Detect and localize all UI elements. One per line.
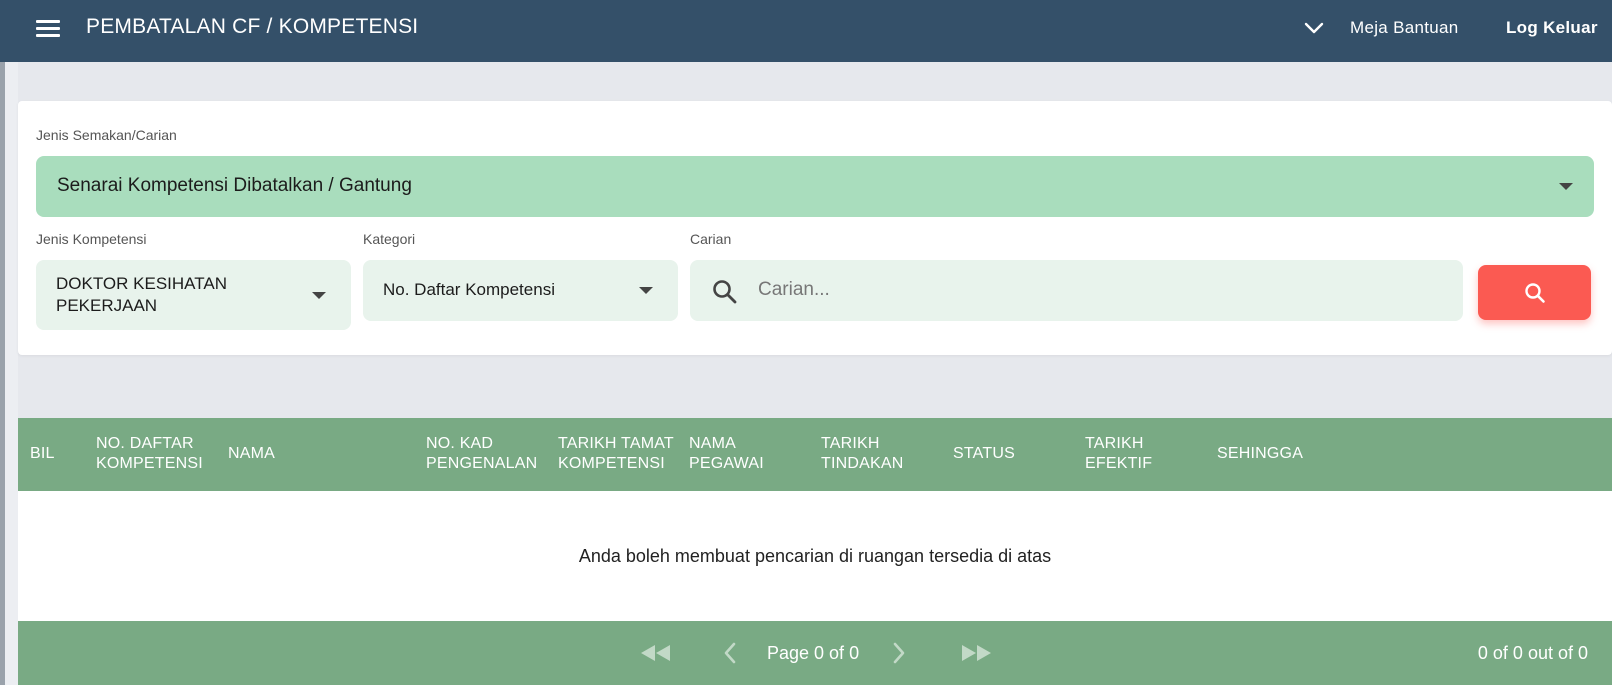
- left-edge-gutter: [5, 62, 18, 685]
- pagination-bar: Page 0 of 0 0 of 0 out of 0: [18, 621, 1612, 685]
- column-header-nama[interactable]: NAMA: [228, 444, 275, 464]
- column-header-tarikh-tindakan[interactable]: TARIKH TINDAKAN: [821, 434, 904, 474]
- search-input[interactable]: [758, 274, 1448, 306]
- chevron-right-icon[interactable]: [890, 641, 908, 670]
- column-header-status[interactable]: STATUS: [953, 444, 1015, 464]
- column-header-tarikh-efektif[interactable]: TARIKH EFEKTIF: [1085, 434, 1152, 474]
- column-header-tarikh-tamat[interactable]: TARIKH TAMAT KOMPETENSI: [558, 434, 674, 474]
- hamburger-icon[interactable]: [36, 18, 62, 40]
- check-type-value: Senarai Kompetensi Dibatalkan / Gantung: [57, 175, 412, 196]
- category-label: Kategori: [363, 231, 416, 247]
- search-button[interactable]: [1478, 265, 1591, 320]
- search-field: [690, 260, 1463, 321]
- column-header-no-daftar[interactable]: NO. DAFTAR KOMPETENSI: [96, 434, 203, 474]
- column-header-bil[interactable]: BIL: [30, 444, 55, 464]
- caret-down-icon: [1559, 183, 1573, 190]
- logout-link[interactable]: Log Keluar: [1506, 18, 1598, 38]
- help-desk-link[interactable]: Meja Bantuan: [1350, 18, 1459, 38]
- caret-down-icon: [312, 292, 326, 299]
- page-indicator: Page 0 of 0: [767, 643, 860, 663]
- column-header-no-kad[interactable]: NO. KAD PENGENALAN: [426, 434, 537, 474]
- category-select[interactable]: No. Daftar Kompetensi: [363, 260, 678, 321]
- check-type-select[interactable]: Senarai Kompetensi Dibatalkan / Gantung: [36, 156, 1594, 217]
- caret-down-icon: [639, 287, 653, 294]
- empty-table-message: Anda boleh membuat pencarian di ruangan …: [578, 546, 1052, 566]
- competency-type-value-line2: PEKERJAAN: [56, 296, 158, 315]
- category-value: No. Daftar Kompetensi: [383, 280, 555, 299]
- table-body: Anda boleh membuat pencarian di ruangan …: [18, 491, 1612, 621]
- record-count: 0 of 0 out of 0: [1477, 643, 1588, 663]
- column-header-nama-pegawai[interactable]: NAMA PEGAWAI: [689, 434, 764, 474]
- double-right-icon[interactable]: [959, 643, 993, 668]
- page-title: PEMBATALAN CF / KOMPETENSI: [86, 15, 419, 38]
- search-icon: [713, 280, 737, 304]
- competency-type-value-line1: DOKTOR KESIHATAN: [56, 274, 227, 293]
- column-header-sehingga[interactable]: SEHINGGA: [1217, 444, 1303, 464]
- double-left-icon[interactable]: [639, 643, 673, 668]
- chevron-down-icon[interactable]: [1303, 18, 1325, 38]
- top-navbar: PEMBATALAN CF / KOMPETENSI Meja Bantuan …: [0, 0, 1612, 62]
- chevron-left-icon[interactable]: [721, 641, 739, 670]
- search-label: Carian: [690, 231, 732, 247]
- competency-type-label: Jenis Kompetensi: [36, 231, 147, 247]
- competency-type-select[interactable]: DOKTOR KESIHATAN PEKERJAAN: [36, 260, 351, 330]
- table-header-row: BIL NO. DAFTAR KOMPETENSI NAMA NO. KAD PEN…: [18, 418, 1612, 491]
- search-icon: [1525, 283, 1545, 303]
- check-type-label: Jenis Semakan/Carian: [36, 127, 177, 143]
